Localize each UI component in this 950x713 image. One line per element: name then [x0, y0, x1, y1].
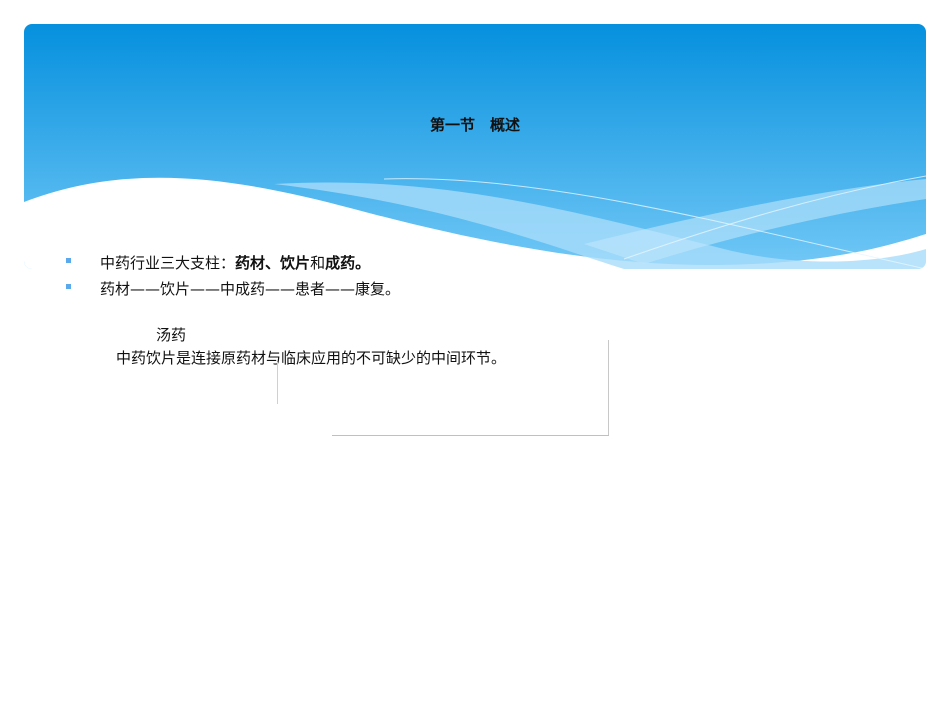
- slide-header-banner: [24, 24, 926, 269]
- divider-line: [277, 362, 278, 404]
- bullet-list: 中药行业三大支柱：药材、饮片和成药。 药材——饮片——中成药——患者——康复。: [66, 250, 400, 302]
- bullet-text: 中药行业三大支柱：: [100, 254, 236, 272]
- bold-term: 成药: [325, 254, 356, 272]
- summary-text: 中药饮片是连接原药材与临床应用的不可缺少的中间环节。: [116, 349, 507, 367]
- bullet-item: 中药行业三大支柱：药材、饮片和成药。: [66, 250, 400, 276]
- wave-background: [24, 24, 926, 269]
- bullet-item: 药材——饮片——中成药——患者——康复。: [66, 276, 400, 302]
- slide-title: 第一节 概述: [429, 116, 520, 134]
- divider-line: [332, 435, 609, 436]
- separator: 、: [265, 254, 281, 272]
- bullet-square-icon: [66, 284, 71, 289]
- divider-line: [608, 340, 609, 436]
- conjunction: 和: [310, 254, 326, 272]
- bullet-square-icon: [66, 258, 71, 263]
- bold-term: 饮片: [280, 254, 311, 272]
- period: 。: [355, 254, 371, 272]
- bold-term: 药材: [235, 254, 266, 272]
- label-tangyao: 汤药: [156, 326, 187, 344]
- bullet-text: 药材——饮片——中成药——患者——康复。: [100, 280, 401, 298]
